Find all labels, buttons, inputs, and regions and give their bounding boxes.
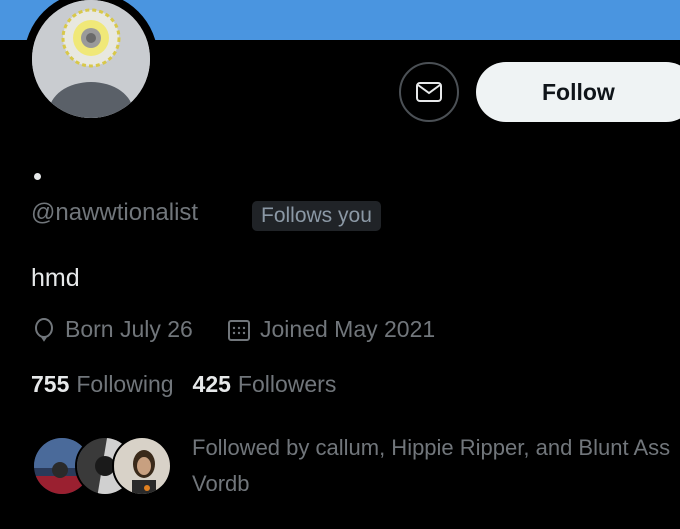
following-link[interactable]: 755 Following (31, 371, 193, 398)
joined-text: Joined May 2021 (260, 316, 436, 342)
birthday-text: Born July 26 (65, 316, 193, 342)
message-button[interactable] (399, 62, 459, 122)
envelope-icon (416, 82, 442, 102)
follows-you-badge: Follows you (252, 201, 381, 231)
joined-info: Joined May 2021 (226, 316, 435, 343)
followers-label: Followers (237, 371, 337, 397)
follower-avatar-3[interactable] (112, 436, 172, 496)
followers-count: 425 (192, 371, 231, 397)
follower-avatar-3-image (114, 438, 170, 494)
following-label: Following (76, 371, 174, 397)
followed-by-text[interactable]: Followed by callum, Hippie Ripper, and B… (192, 430, 680, 502)
avatar-image (32, 0, 150, 118)
profile-handle: @nawwtionalist (31, 199, 199, 226)
followers-link[interactable]: 425 Followers (193, 371, 356, 398)
profile-bio: hmd (31, 264, 80, 292)
calendar-icon (228, 319, 250, 341)
birthday-info: Born July 26 (31, 316, 193, 343)
balloon-icon (35, 317, 53, 342)
follow-counts: 755 Following 425 Followers (31, 371, 355, 398)
follow-button[interactable]: Follow (476, 62, 680, 122)
display-name (34, 173, 41, 180)
avatar[interactable] (32, 0, 150, 118)
following-count: 755 (31, 371, 70, 397)
